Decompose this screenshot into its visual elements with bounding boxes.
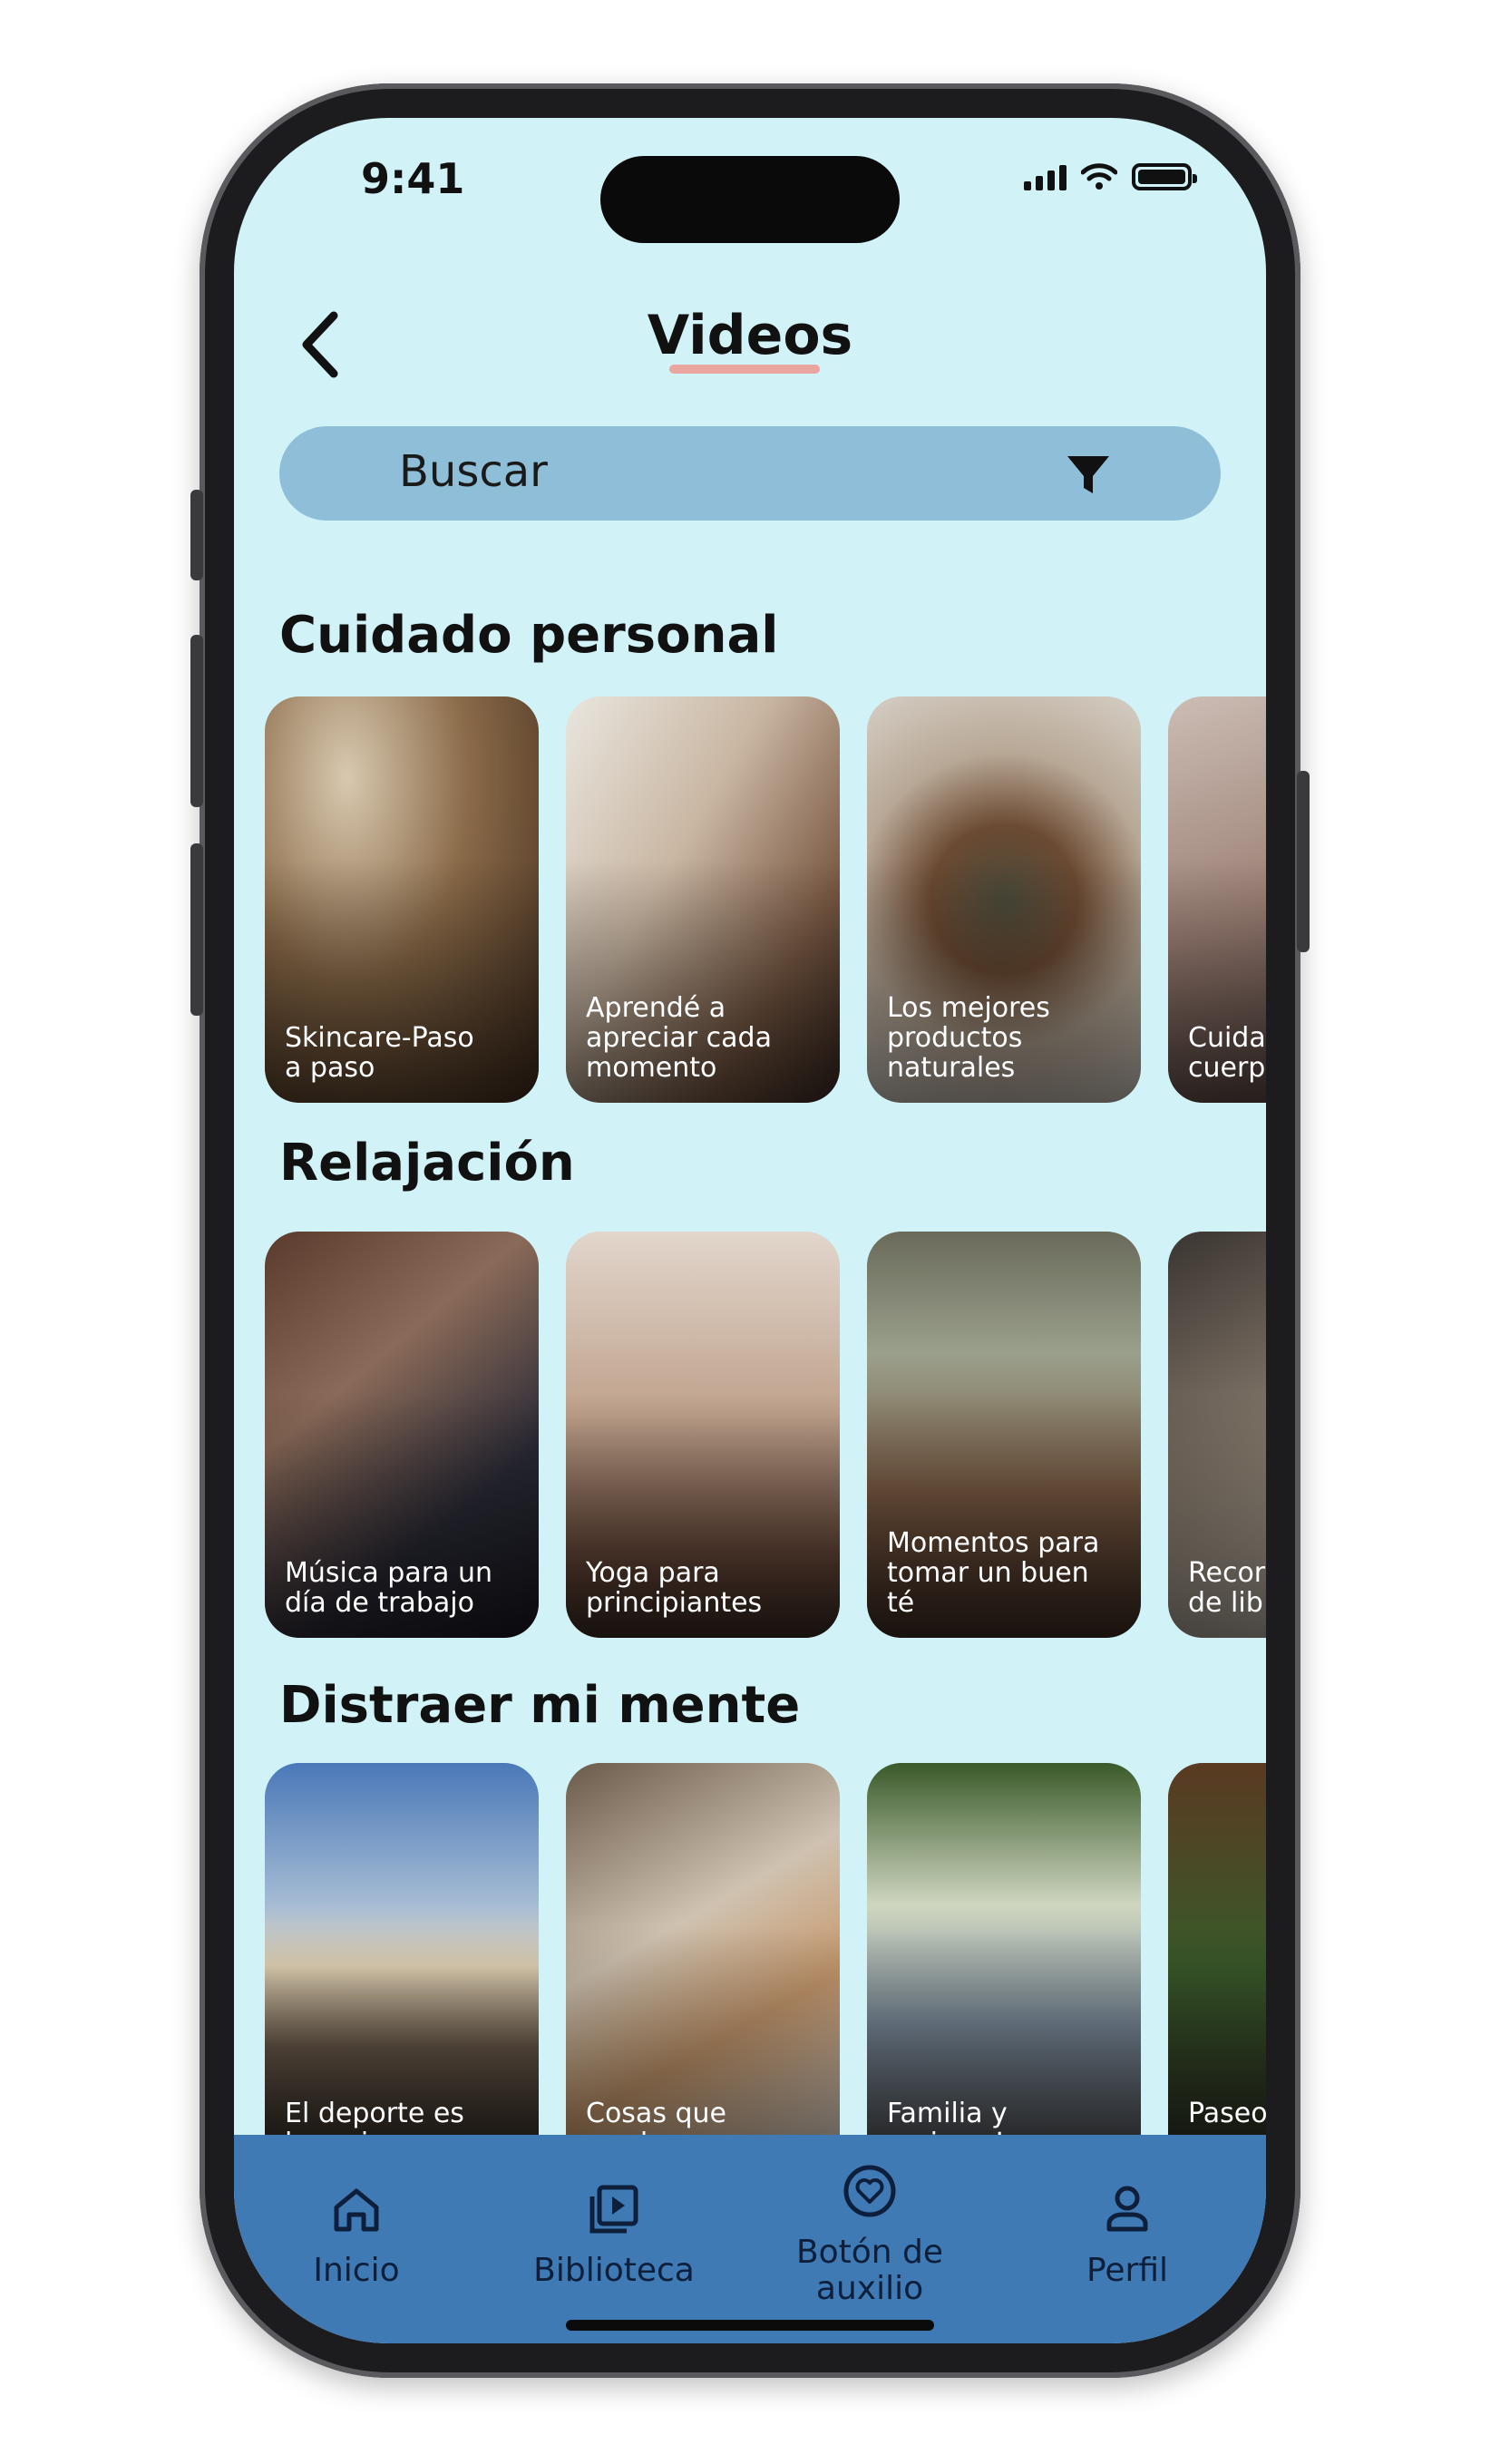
video-card[interactable]: Skincare-Paso a paso: [265, 696, 539, 1103]
tab-bar: Inicio Biblioteca Botón de auxilio Perfi…: [234, 2135, 1266, 2343]
dynamic-island: [600, 156, 900, 243]
section-title-cuidado-personal: Cuidado personal: [279, 606, 779, 665]
battery-icon: [1132, 163, 1197, 190]
user-icon: [1106, 2186, 1148, 2232]
tab-perfil[interactable]: Perfil: [1023, 2180, 1232, 2289]
video-card[interactable]: Recor de lib: [1168, 1232, 1266, 1638]
video-row-relajacion: Música para un día de trabajo Yoga para …: [265, 1232, 1266, 1640]
search-bar[interactable]: Buscar: [279, 426, 1221, 521]
search-input[interactable]: Buscar: [399, 446, 548, 497]
video-card[interactable]: Paseo: [1168, 1763, 1266, 2169]
video-card-title: Recor de lib: [1188, 1557, 1266, 1619]
page-title: Videos: [647, 304, 853, 367]
video-row-distraer-mi-mente: El deporte es la mejor disciplina Cosas …: [265, 1763, 1266, 2171]
video-card[interactable]: Yoga para principiantes: [566, 1232, 840, 1638]
video-card-title: Momentos para tomar un buen té: [887, 1527, 1100, 1619]
title-underline: [669, 365, 820, 374]
tab-biblioteca[interactable]: Biblioteca: [510, 2180, 718, 2289]
video-card[interactable]: Momentos para tomar un buen té: [867, 1232, 1141, 1638]
tab-label: Inicio: [313, 2252, 400, 2289]
video-card[interactable]: Familia y amigos-La importancia de: [867, 1763, 1141, 2169]
volume-up-button: [190, 635, 203, 807]
volume-down-button: [190, 843, 203, 1016]
tab-label: Biblioteca: [533, 2252, 695, 2289]
library-icon: [589, 2185, 638, 2234]
action-button: [190, 490, 203, 580]
video-card[interactable]: Cosas que producen ansiedad: [566, 1763, 840, 2169]
power-button: [1297, 771, 1310, 952]
status-icons: [1024, 163, 1197, 190]
section-title-relajacion: Relajación: [279, 1134, 575, 1193]
video-card-title: Yoga para principiantes: [586, 1557, 763, 1619]
video-card-title: Los mejores productos naturales: [887, 992, 1050, 1084]
filter-icon: [1067, 456, 1109, 493]
video-card-title: Skincare-Paso a paso: [285, 1022, 474, 1084]
screen: 9:41 Videos Buscar Cuidado personal Skin…: [234, 118, 1266, 2343]
filter-button[interactable]: [1065, 452, 1112, 499]
status-time: 9:41: [361, 154, 465, 203]
video-card-title: Aprendé a apreciar cada momento: [586, 992, 772, 1084]
video-card[interactable]: Cuida cuerp: [1168, 696, 1266, 1103]
video-card-title: Música para un día de trabajo: [285, 1557, 492, 1619]
tab-label: Perfil: [1086, 2252, 1169, 2289]
video-card-title: Cuida cuerp: [1188, 1022, 1266, 1084]
video-card-title: Paseo: [1188, 2098, 1266, 2129]
tab-inicio[interactable]: Inicio: [252, 2180, 461, 2289]
home-indicator[interactable]: [566, 2320, 934, 2331]
tab-label: Botón de auxilio: [795, 2234, 944, 2307]
wifi-icon: [1081, 163, 1117, 190]
signal-icon: [1024, 163, 1067, 190]
video-card[interactable]: Aprendé a apreciar cada momento: [566, 696, 840, 1103]
video-card[interactable]: Música para un día de trabajo: [265, 1232, 539, 1638]
video-card[interactable]: El deporte es la mejor disciplina: [265, 1763, 539, 2169]
video-card[interactable]: Los mejores productos naturales: [867, 696, 1141, 1103]
tab-boton-de-auxilio[interactable]: Botón de auxilio: [765, 2162, 974, 2307]
home-icon: [334, 2188, 379, 2232]
video-row-cuidado-personal: Skincare-Paso a paso Aprendé a apreciar …: [265, 696, 1266, 1105]
section-title-distraer-mi-mente: Distraer mi mente: [279, 1676, 801, 1735]
heart-help-icon: [843, 2165, 896, 2217]
